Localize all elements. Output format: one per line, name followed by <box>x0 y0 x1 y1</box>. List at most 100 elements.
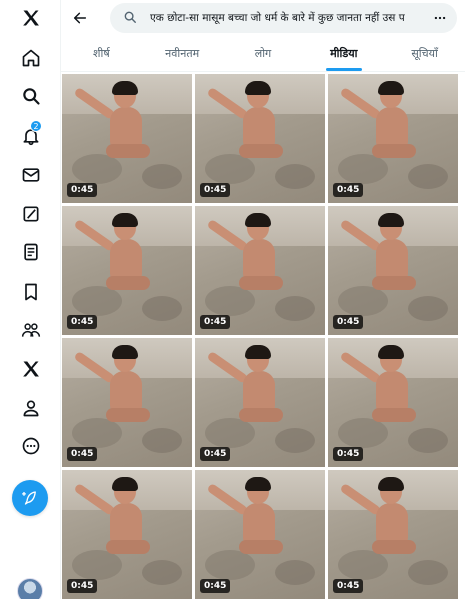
video-frame-detail <box>338 154 388 184</box>
media-thumbnail[interactable]: 0:45 <box>62 470 192 599</box>
video-duration-badge: 0:45 <box>200 579 231 593</box>
video-duration-badge: 0:45 <box>333 183 364 197</box>
tab-lists[interactable]: सूचियाँ <box>384 36 465 71</box>
video-frame-figure <box>378 477 404 491</box>
video-frame-detail <box>408 428 448 453</box>
premium-x-icon[interactable] <box>19 357 43 381</box>
video-duration-badge: 0:45 <box>67 579 98 593</box>
tab-people[interactable]: लोग <box>223 36 304 71</box>
video-frame-figure <box>112 213 138 227</box>
avatar[interactable] <box>17 578 43 599</box>
media-thumbnail[interactable]: 0:45 <box>195 206 325 335</box>
media-thumbnail[interactable]: 0:45 <box>62 338 192 467</box>
video-frame-detail <box>275 560 315 585</box>
video-frame-detail <box>408 560 448 585</box>
post-button[interactable] <box>12 480 48 516</box>
video-duration-badge: 0:45 <box>333 447 364 461</box>
video-frame-detail <box>275 428 315 453</box>
media-thumbnail[interactable]: 0:45 <box>328 74 458 203</box>
video-frame-figure <box>245 345 271 359</box>
search-box[interactable] <box>110 3 457 33</box>
video-frame-figure <box>378 345 404 359</box>
video-duration-badge: 0:45 <box>333 579 364 593</box>
notifications-icon[interactable]: 2 <box>19 120 43 148</box>
grok-icon[interactable] <box>19 202 43 226</box>
media-thumbnail[interactable]: 0:45 <box>62 74 192 203</box>
video-frame-detail <box>72 550 122 580</box>
video-frame-detail <box>205 550 255 580</box>
video-frame-detail <box>142 560 182 585</box>
search-icon[interactable] <box>19 84 43 108</box>
video-duration-badge: 0:45 <box>200 183 231 197</box>
media-thumbnail[interactable]: 0:45 <box>328 470 458 599</box>
communities-icon[interactable] <box>19 318 43 342</box>
video-frame-detail <box>275 296 315 321</box>
video-frame-detail <box>275 164 315 189</box>
video-frame-figure <box>245 477 271 491</box>
video-frame-detail <box>142 164 182 189</box>
video-frame-figure <box>378 81 404 95</box>
media-thumbnail[interactable]: 0:45 <box>328 338 458 467</box>
home-icon[interactable] <box>19 46 43 70</box>
search-tabs: शीर्ष नवीनतम लोग मीडिया सूचियाँ <box>61 36 465 72</box>
profile-icon[interactable] <box>19 396 43 420</box>
tab-top[interactable]: शीर्ष <box>61 36 142 71</box>
video-duration-badge: 0:45 <box>200 447 231 461</box>
search-icon <box>124 11 136 23</box>
video-frame-figure <box>245 81 271 95</box>
video-duration-badge: 0:45 <box>67 447 98 461</box>
media-thumbnail[interactable]: 0:45 <box>195 338 325 467</box>
video-frame-figure <box>372 408 416 422</box>
video-frame-figure <box>372 276 416 290</box>
more-options-button[interactable] <box>429 7 451 29</box>
video-frame-detail <box>408 164 448 189</box>
video-frame-figure <box>106 540 150 554</box>
video-frame-detail <box>205 154 255 184</box>
search-header <box>61 0 465 36</box>
video-frame-figure <box>106 408 150 422</box>
video-frame-detail <box>72 154 122 184</box>
video-frame-figure <box>378 213 404 227</box>
more-icon[interactable] <box>19 434 43 458</box>
lists-icon[interactable] <box>19 240 43 264</box>
video-frame-detail <box>142 428 182 453</box>
video-frame-figure <box>112 345 138 359</box>
video-duration-badge: 0:45 <box>200 315 231 329</box>
media-thumbnail[interactable]: 0:45 <box>328 206 458 335</box>
video-frame-figure <box>106 276 150 290</box>
video-frame-detail <box>142 296 182 321</box>
video-duration-badge: 0:45 <box>333 315 364 329</box>
video-frame-figure <box>106 144 150 158</box>
arrow-left-icon <box>73 12 87 24</box>
video-frame-figure <box>239 408 283 422</box>
notifications-badge: 2 <box>30 120 42 132</box>
video-frame-figure <box>239 276 283 290</box>
tab-media[interactable]: मीडिया <box>303 36 384 71</box>
x-logo-icon[interactable] <box>19 6 43 30</box>
video-frame-figure <box>245 213 271 227</box>
tab-latest[interactable]: नवीनतम <box>142 36 223 71</box>
search-input[interactable] <box>150 3 450 33</box>
video-frame-figure <box>112 81 138 95</box>
video-frame-detail <box>408 296 448 321</box>
video-frame-figure <box>372 540 416 554</box>
sidebar: 2 <box>0 0 61 599</box>
media-grid: 0:45 0:45 0:45 0:45 0:45 0:45 0:45 0:45 0:45 0:45… <box>62 74 458 599</box>
media-thumbnail[interactable]: 0:45 <box>195 74 325 203</box>
video-frame-figure <box>239 144 283 158</box>
video-frame-detail <box>72 286 122 316</box>
video-duration-badge: 0:45 <box>67 315 98 329</box>
video-frame-detail <box>338 418 388 448</box>
video-frame-detail <box>338 550 388 580</box>
media-thumbnail[interactable]: 0:45 <box>62 206 192 335</box>
back-button[interactable] <box>69 7 91 29</box>
media-thumbnail[interactable]: 0:45 <box>195 470 325 599</box>
video-frame-detail <box>338 286 388 316</box>
video-frame-detail <box>205 286 255 316</box>
bookmarks-icon[interactable] <box>19 280 43 304</box>
messages-icon[interactable] <box>19 163 43 187</box>
feather-plus-icon <box>22 491 36 505</box>
video-frame-detail <box>72 418 122 448</box>
video-frame-figure <box>239 540 283 554</box>
video-frame-figure <box>372 144 416 158</box>
